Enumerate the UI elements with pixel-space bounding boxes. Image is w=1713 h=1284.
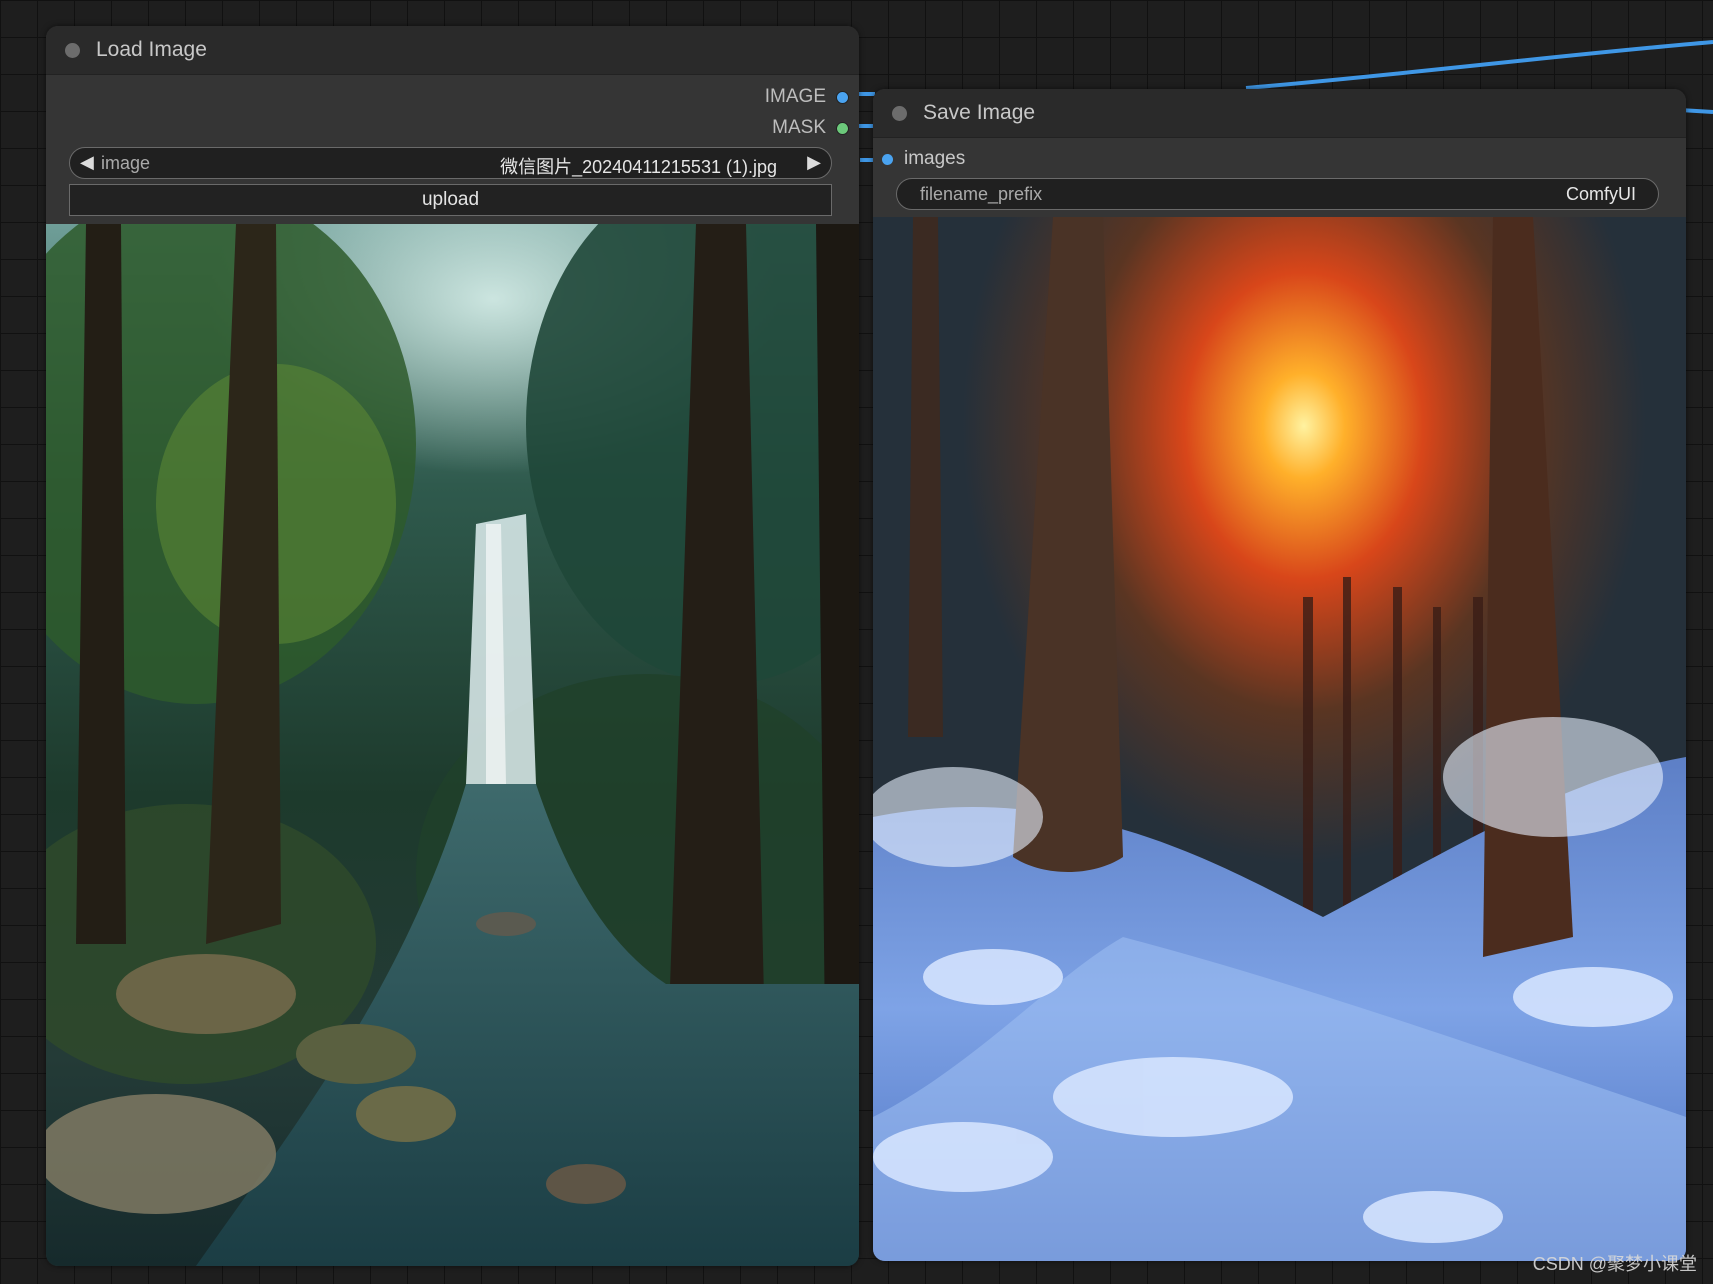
image-port-icon[interactable]: [836, 90, 849, 104]
image-port-icon[interactable]: [882, 153, 893, 165]
widget-value: ComfyUI: [1565, 184, 1636, 204]
watermark: CSDN @聚梦小课堂: [1532, 1254, 1697, 1274]
output-label: MASK: [772, 117, 826, 138]
load-image-node[interactable]: Load Image IMAGE MASK ◀ image 微信图片_20240…: [46, 26, 859, 1266]
collapse-dot-icon[interactable]: [65, 42, 80, 58]
snowy-forest-sunset-image: [873, 217, 1686, 1261]
prev-arrow-icon[interactable]: ◀: [80, 152, 94, 173]
output-mask[interactable]: MASK: [772, 117, 849, 139]
image-combo-widget[interactable]: ◀ image 微信图片_20240411215531 (1).jpg ▶: [69, 147, 832, 179]
mask-port-icon[interactable]: [836, 121, 849, 135]
output-image[interactable]: IMAGE: [765, 86, 849, 108]
input-images[interactable]: images: [882, 148, 965, 170]
node-title: Load Image: [96, 38, 207, 61]
widget-value: 微信图片_20240411215531 (1).jpg: [500, 157, 777, 177]
preview-image: [873, 217, 1686, 1261]
node-header[interactable]: Save Image: [873, 89, 1686, 138]
save-image-node[interactable]: Save Image images filename_prefix ComfyU…: [873, 89, 1686, 1261]
filename-prefix-widget[interactable]: filename_prefix ComfyUI: [896, 178, 1659, 210]
node-title: Save Image: [923, 101, 1036, 124]
image-wire: [1245, 40, 1713, 90]
forest-waterfall-image: [46, 224, 859, 1266]
preview-image: [46, 224, 859, 1266]
widget-label: image: [101, 153, 151, 173]
upload-button[interactable]: upload: [69, 184, 832, 216]
input-label: images: [904, 148, 966, 169]
collapse-dot-icon[interactable]: [892, 105, 907, 121]
widget-label: filename_prefix: [920, 184, 1043, 204]
next-arrow-icon[interactable]: ▶: [807, 152, 821, 173]
output-label: IMAGE: [764, 86, 826, 107]
node-header[interactable]: Load Image: [46, 26, 859, 75]
